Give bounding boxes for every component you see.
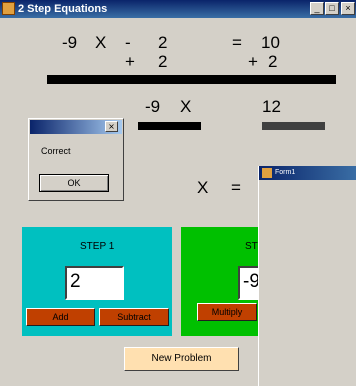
equation-constant: 2 (158, 33, 168, 52)
second-window-title: Form1 (275, 169, 296, 176)
minimize-button[interactable]: _ (310, 2, 324, 15)
app-icon (2, 2, 15, 15)
equation-divider (47, 75, 336, 84)
maximize-button[interactable]: □ (325, 2, 339, 15)
step-right-operator: + (248, 52, 258, 71)
add-button[interactable]: Add (26, 308, 95, 326)
dialog-close-button[interactable]: × (105, 121, 118, 132)
simplified-variable: X (180, 97, 192, 116)
simplified-left-bar (138, 122, 201, 130)
step2-label: ST (245, 241, 258, 252)
simplified-right-bar (262, 122, 325, 130)
equation-coefficient: -9 (62, 33, 78, 52)
dialog-message: Correct (41, 146, 71, 156)
equation-equals: = (232, 33, 242, 52)
message-dialog: × Correct OK (28, 118, 124, 201)
new-problem-button[interactable]: New Problem (124, 347, 239, 371)
step-right-value: 2 (268, 52, 278, 71)
window-title: 2 Step Equations (18, 3, 108, 15)
equation-variable: X (95, 33, 107, 52)
dialog-ok-button[interactable]: OK (39, 174, 109, 192)
step1-panel: STEP 1 2 Add Subtract (22, 227, 172, 336)
step1-answer-input[interactable]: 2 (65, 266, 124, 300)
step1-label: STEP 1 (80, 241, 115, 252)
subtract-button[interactable]: Subtract (99, 308, 169, 326)
step-left-operator: + (125, 52, 135, 71)
equation-result: 10 (261, 33, 280, 52)
simplified-coefficient: -9 (145, 97, 161, 116)
simplified-result: 12 (262, 97, 281, 116)
step2-panel: ST -9 Multiply (181, 227, 268, 336)
second-window: Form1 (258, 166, 356, 386)
multiply-button[interactable]: Multiply (197, 303, 257, 321)
app-icon (262, 168, 272, 178)
close-button[interactable]: × (341, 2, 355, 15)
solution-variable: X (197, 178, 209, 197)
solution-equals: = (231, 178, 241, 197)
step-left-value: 2 (158, 52, 168, 71)
equation-operator: - (125, 33, 131, 52)
main-window: 2 Step Equations _ □ × -9 X - 2 = 10 + 2… (0, 0, 356, 386)
second-window-title-bar[interactable]: Form1 (259, 166, 356, 180)
title-bar[interactable]: 2 Step Equations _ □ × (0, 0, 356, 18)
